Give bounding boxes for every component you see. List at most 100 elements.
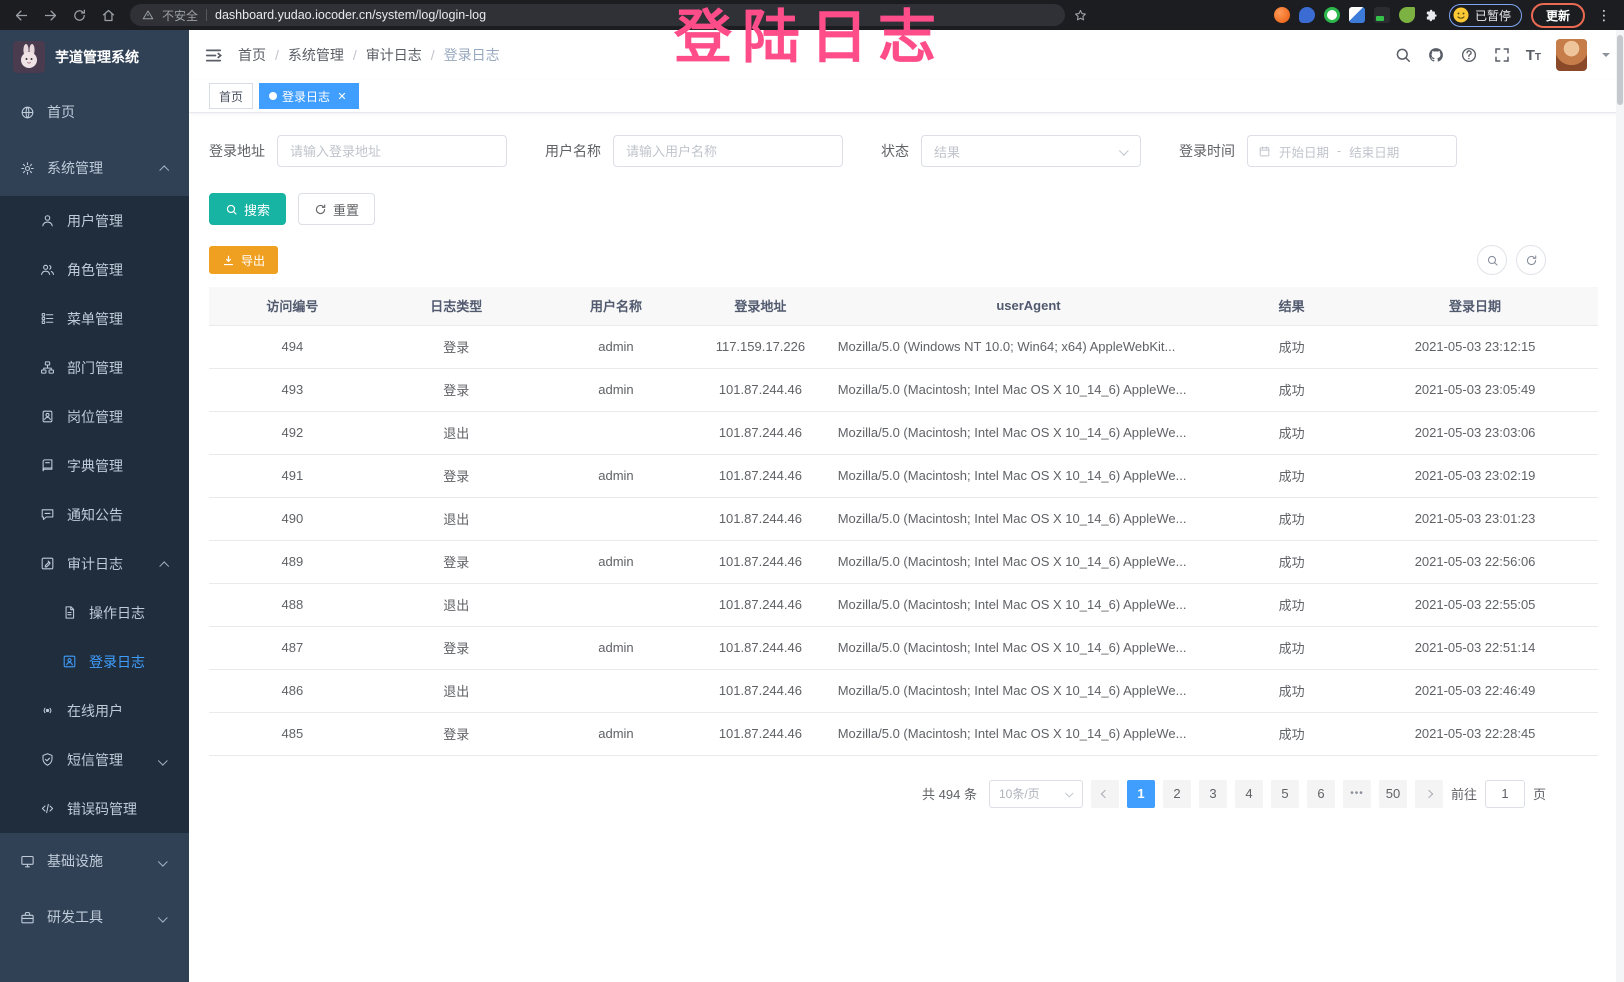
tag-home[interactable]: 首页 [209, 83, 253, 109]
profile-paused-badge[interactable]: 已暂停 [1449, 4, 1522, 27]
url-text: dashboard.yudao.iocoder.cn/system/log/lo… [215, 8, 486, 22]
extension-orange-icon[interactable] [1274, 7, 1290, 23]
login-address-input[interactable] [277, 135, 507, 167]
browser-forward-button[interactable] [37, 3, 64, 27]
bookmark-star-button[interactable] [1067, 3, 1094, 27]
sidebar-item-label: 字典管理 [67, 456, 123, 476]
toggle-search-button[interactable] [1477, 245, 1507, 275]
page-button-5[interactable]: 5 [1271, 780, 1299, 808]
help-docs-button[interactable] [1460, 46, 1478, 64]
sidebar-item-dev-tools[interactable]: 研发工具 [0, 889, 189, 945]
browser-home-button[interactable] [95, 3, 122, 27]
fullscreen-button[interactable] [1493, 46, 1511, 64]
table-cell: Mozilla/5.0 (Macintosh; Intel Mac OS X 1… [826, 454, 1232, 497]
address-bar[interactable]: 不安全 dashboard.yudao.iocoder.cn/system/lo… [130, 4, 1065, 26]
sidebar-item-menu-mgmt[interactable]: 菜单管理 [0, 294, 189, 343]
sidebar-item-dict-mgmt[interactable]: 字典管理 [0, 441, 189, 490]
breadcrumb-home[interactable]: 首页 [238, 45, 266, 65]
page-button-3[interactable]: 3 [1199, 780, 1227, 808]
breadcrumb: 首页 / 系统管理 / 审计日志 / 登录日志 [238, 45, 500, 65]
extension-green-icon[interactable] [1324, 7, 1340, 23]
sidebar-item-label: 通知公告 [67, 505, 123, 525]
refresh-table-button[interactable] [1516, 245, 1546, 275]
next-page-button[interactable] [1415, 780, 1443, 808]
export-button[interactable]: 导出 [209, 246, 278, 274]
table-cell: 491 [209, 454, 376, 497]
extensions-puzzle-icon[interactable] [1424, 7, 1440, 23]
sidebar-item-system-mgmt[interactable]: 系统管理 [0, 140, 189, 196]
end-date-placeholder: 结束日期 [1349, 142, 1399, 161]
search-button[interactable]: 搜索 [209, 193, 286, 225]
download-icon [222, 254, 235, 267]
sidebar-item-home[interactable]: 首页 [0, 84, 189, 140]
extension-blue-drop-icon[interactable] [1299, 7, 1315, 23]
table-cell: admin [537, 368, 695, 411]
font-size-button[interactable]: TT [1526, 48, 1541, 63]
breadcrumb-audit-log[interactable]: 审计日志 [366, 45, 422, 65]
table-cell: 成功 [1231, 583, 1352, 626]
username-input[interactable] [613, 135, 843, 167]
browser-reload-button[interactable] [66, 3, 93, 27]
goto-page-input[interactable] [1485, 780, 1525, 808]
table-cell [537, 669, 695, 712]
header-search-button[interactable] [1394, 46, 1412, 64]
page-button-4[interactable]: 4 [1235, 780, 1263, 808]
table-cell: 2021-05-03 22:28:45 [1352, 712, 1598, 755]
page-button-6[interactable]: 6 [1307, 780, 1335, 808]
sidebar-item-post-mgmt[interactable]: 岗位管理 [0, 392, 189, 441]
table-cell: 成功 [1231, 712, 1352, 755]
active-tag-dot [269, 92, 277, 100]
sidebar-item-role-mgmt[interactable]: 角色管理 [0, 245, 189, 294]
reset-button[interactable]: 重置 [298, 193, 375, 225]
browser-menu-icon[interactable]: ⋮ [1594, 7, 1614, 24]
table-cell: Mozilla/5.0 (Macintosh; Intel Mac OS X 1… [826, 540, 1232, 583]
status-select[interactable]: 结果 [921, 135, 1141, 167]
breadcrumb-system[interactable]: 系统管理 [288, 45, 344, 65]
sidebar-item-label: 系统管理 [47, 158, 103, 178]
login-time-range-picker[interactable]: 开始日期 - 结束日期 [1247, 135, 1457, 167]
page-button-1[interactable]: 1 [1127, 780, 1155, 808]
sidebar-item-label: 研发工具 [47, 907, 103, 927]
app-logo-row[interactable]: 芋道管理系统 [0, 30, 189, 84]
chevron-up-icon [160, 556, 167, 572]
extension-dark-on-icon[interactable] [1374, 7, 1390, 23]
table-cell: admin [537, 454, 695, 497]
sidebar-item-error-code-mgmt[interactable]: 错误码管理 [0, 784, 189, 833]
sidebar-item-online-users[interactable]: 在线用户 [0, 686, 189, 735]
table-cell: 成功 [1231, 368, 1352, 411]
more-pages-button[interactable]: ••• [1343, 780, 1371, 808]
browser-back-button[interactable] [8, 3, 35, 27]
sidebar-item-infrastructure[interactable]: 基础设施 [0, 833, 189, 889]
extension-blue-white-icon[interactable] [1349, 7, 1365, 23]
table-cell: admin [537, 626, 695, 669]
sidebar-item-operate-log[interactable]: 操作日志 [0, 588, 189, 637]
table-cell: 登录 [376, 454, 537, 497]
table-cell: 2021-05-03 23:05:49 [1352, 368, 1598, 411]
page-size-select[interactable]: 10条/页 [989, 780, 1083, 808]
sidebar-toggle-button[interactable] [204, 46, 223, 65]
table-cell: 登录 [376, 626, 537, 669]
close-tag-icon[interactable]: ✕ [335, 89, 349, 103]
table-cell: 101.87.244.46 [695, 454, 826, 497]
user-avatar[interactable] [1556, 39, 1587, 71]
sidebar-item-sms-mgmt[interactable]: 短信管理 [0, 735, 189, 784]
github-link-button[interactable] [1427, 46, 1445, 64]
extension-leaf-icon[interactable] [1399, 7, 1415, 23]
sidebar-item-dept-mgmt[interactable]: 部门管理 [0, 343, 189, 392]
sidebar-item-notice[interactable]: 通知公告 [0, 490, 189, 539]
table-cell [537, 497, 695, 540]
sidebar-item-audit-log[interactable]: 审计日志 [0, 539, 189, 588]
prev-page-button[interactable] [1091, 780, 1119, 808]
page-button-2[interactable]: 2 [1163, 780, 1191, 808]
browser-update-button[interactable]: 更新 [1531, 3, 1585, 28]
page-button-50[interactable]: 50 [1379, 780, 1407, 808]
scrollbar-thumb[interactable] [1617, 35, 1623, 105]
table-cell: 成功 [1231, 497, 1352, 540]
fullscreen-icon [1493, 46, 1511, 64]
sidebar-item-label: 部门管理 [67, 358, 123, 378]
breadcrumb-separator: / [431, 47, 435, 63]
table-row: 491登录admin101.87.244.46Mozilla/5.0 (Maci… [209, 454, 1598, 497]
sidebar-item-login-log[interactable]: 登录日志 [0, 637, 189, 686]
sidebar-item-user-mgmt[interactable]: 用户管理 [0, 196, 189, 245]
tag-login-log[interactable]: 登录日志 ✕ [259, 83, 359, 109]
